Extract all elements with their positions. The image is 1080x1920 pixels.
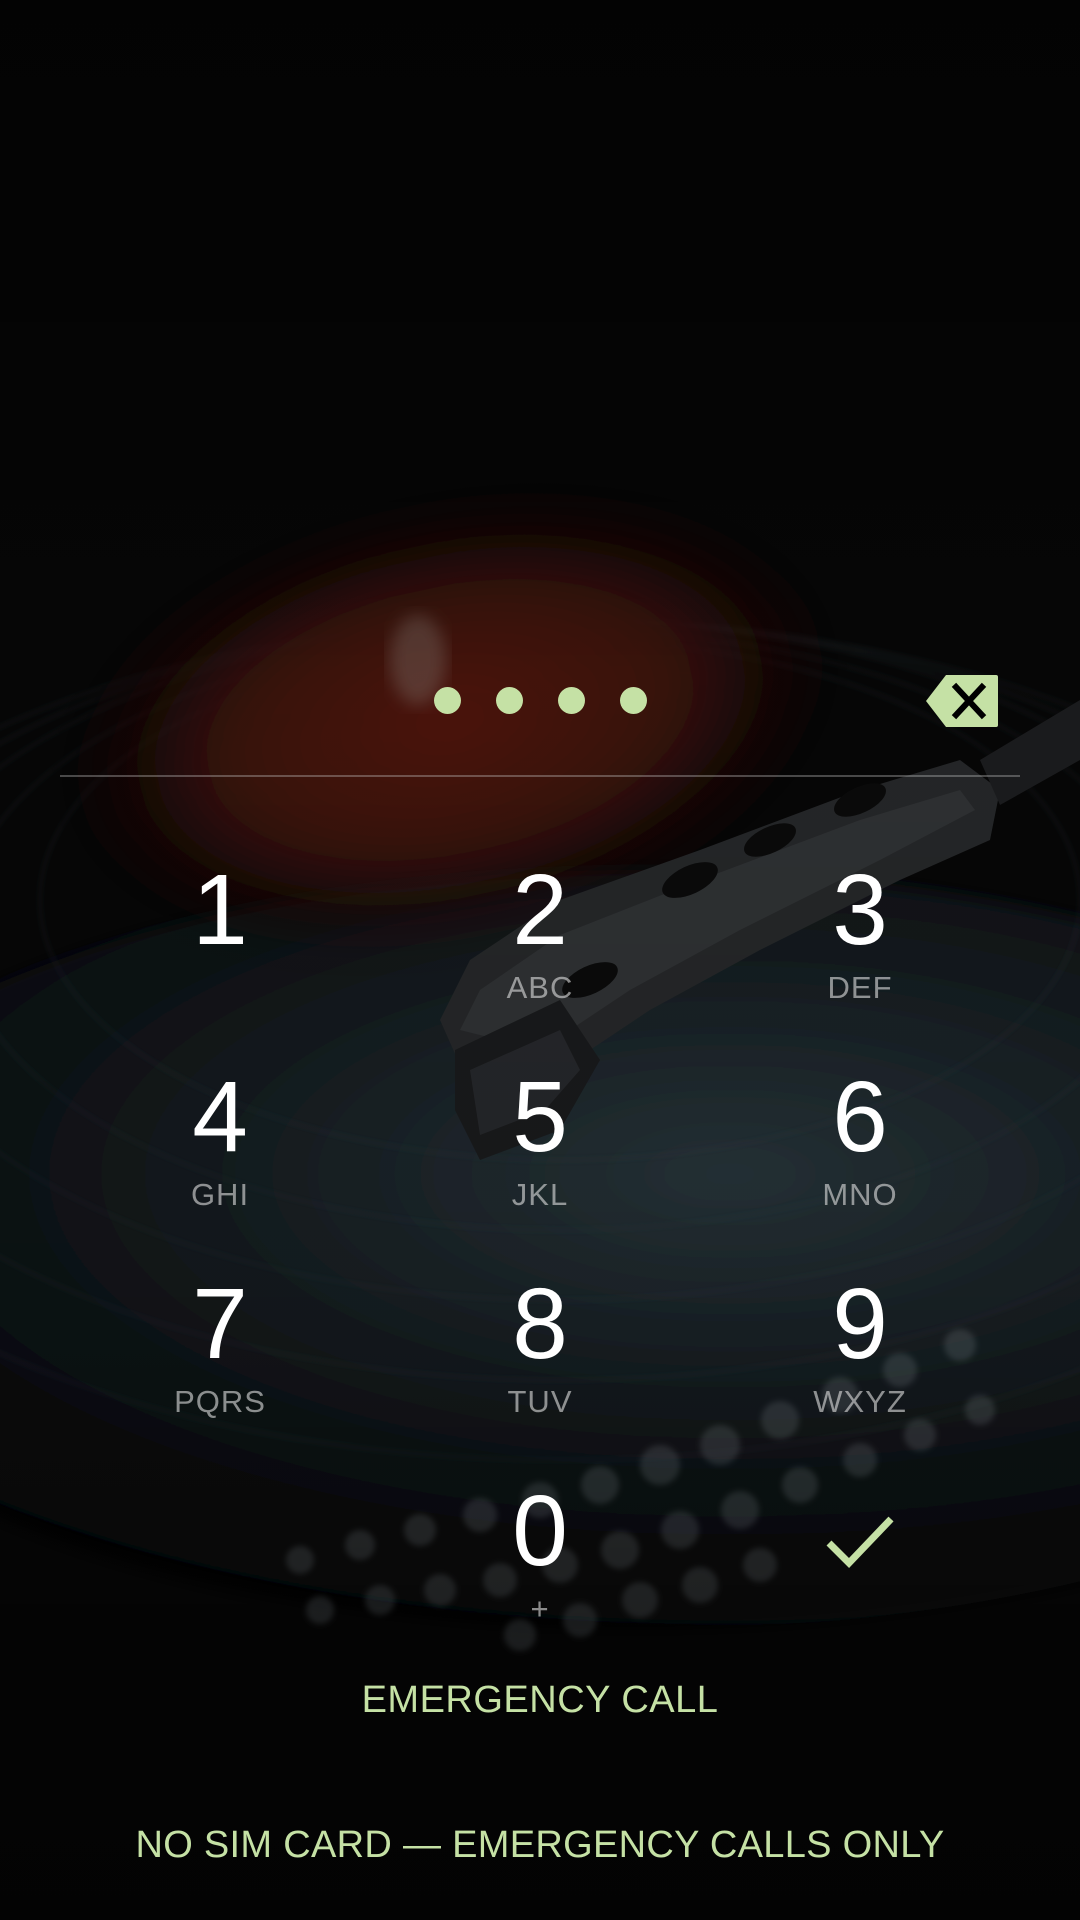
key-letters: ABC [506,970,574,1005]
key-digit: 4 [192,1061,248,1173]
key-7[interactable]: 7 PQRS [60,1254,380,1459]
key-digit: 6 [832,1061,888,1173]
key-letters: MNO [822,1177,898,1212]
key-digit: 5 [512,1061,568,1173]
pin-dots [60,655,1020,745]
pin-dot [495,686,523,714]
key-6[interactable]: 6 MNO [700,1047,1020,1252]
key-1[interactable]: 1 [60,840,380,1045]
key-3[interactable]: 3 DEF [700,840,1020,1045]
backspace-icon [926,675,998,727]
key-0[interactable]: 0 + [380,1461,700,1666]
key-letters: + [530,1591,550,1626]
lockscreen: 1 2 ABC 3 DEF 4 GHI 5 JKL 6 MNO 7 PQRS 8 [0,0,1080,1920]
pin-dot [433,686,461,714]
key-digit: 2 [512,854,568,966]
pin-dot [557,686,585,714]
key-letters: GHI [190,1177,250,1212]
backspace-button[interactable] [924,673,1000,729]
enter-button[interactable] [700,1461,1020,1666]
check-icon [826,1516,894,1569]
pin-entry [60,655,1020,765]
key-4[interactable]: 4 GHI [60,1047,380,1252]
emergency-call-button[interactable]: EMERGENCY CALL [290,1665,790,1735]
key-digit: 7 [192,1268,248,1380]
key-9[interactable]: 9 WXYZ [700,1254,1020,1459]
key-2[interactable]: 2 ABC [380,840,700,1045]
key-letters: TUV [507,1384,573,1419]
key-digit: 8 [512,1268,568,1380]
key-digit: 1 [192,854,248,966]
pin-dot [619,686,647,714]
key-letters: JKL [511,1177,569,1212]
key-letters: PQRS [174,1384,266,1419]
key-8[interactable]: 8 TUV [380,1254,700,1459]
key-digit: 9 [832,1268,888,1380]
key-digit: 3 [832,854,888,966]
pin-divider [60,775,1020,777]
carrier-status-text: NO SIM CARD — EMERGENCY CALLS ONLY [135,1824,945,1866]
key-letters: DEF [827,970,893,1005]
key-5[interactable]: 5 JKL [380,1047,700,1252]
key-letters: WXYZ [813,1384,907,1419]
key-digit: 0 [512,1475,568,1587]
